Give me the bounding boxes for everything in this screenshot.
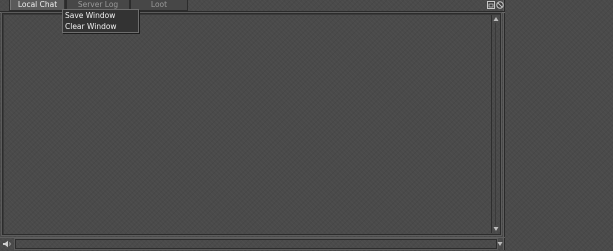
chat-log-scrollbar[interactable] <box>491 15 499 233</box>
menu-item-clear-window[interactable]: Clear Window <box>63 21 138 32</box>
chat-input[interactable] <box>15 239 497 249</box>
context-menu: Save Window Clear Window <box>62 9 139 33</box>
block-icon[interactable] <box>496 1 504 9</box>
menu-item-save-window[interactable]: Save Window <box>63 10 138 21</box>
scroll-track[interactable] <box>495 23 496 225</box>
speaker-icon[interactable] <box>2 240 12 248</box>
tab-local-chat[interactable]: Local Chat <box>9 0 66 11</box>
arrow-down-icon[interactable] <box>493 226 499 232</box>
arrow-down-icon[interactable] <box>497 241 503 247</box>
chat-window: Local Chat Server Log Loot Save Window C… <box>0 0 505 250</box>
arrow-up-icon[interactable] <box>493 16 499 22</box>
chat-log[interactable] <box>2 13 501 235</box>
folder-icon[interactable] <box>487 1 495 9</box>
tab-bar-icons <box>487 1 504 10</box>
chat-input-row <box>0 237 505 251</box>
